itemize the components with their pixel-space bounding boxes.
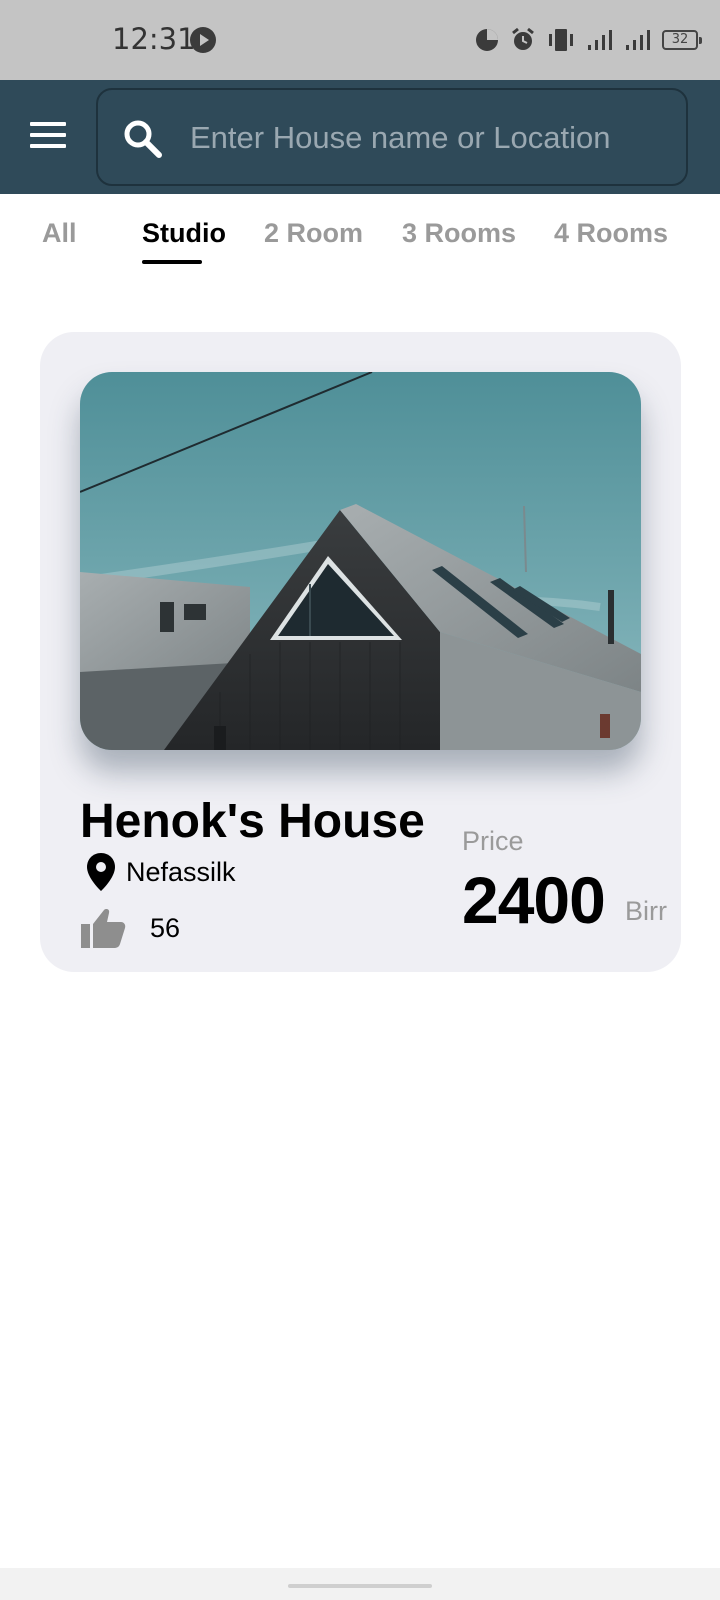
location-text: Nefassilk [126,856,236,887]
tab-4-rooms[interactable]: 4 Rooms [554,218,668,249]
tab-studio[interactable]: Studio [142,218,226,249]
price-label: Price [462,826,524,856]
alarm-icon [512,27,534,50]
home-gesture-handle[interactable] [288,1584,432,1588]
tab-all[interactable]: All [42,218,77,249]
house-card[interactable]: Henok's House Nefassilk 56 Price 2400 Bi… [40,332,681,972]
tab-3-rooms[interactable]: 3 Rooms [402,218,516,249]
price-currency: Birr [625,896,667,926]
search-icon [124,120,162,158]
search-input[interactable] [190,110,670,166]
tab-2-room[interactable]: 2 Room [264,218,363,249]
status-icons: 32 [474,24,702,56]
location-pin-icon [87,853,115,891]
app-bar [0,80,720,194]
likes-row: 56 [80,904,180,952]
vibrate-icon [549,29,573,51]
signal-icon-2 [626,30,650,50]
battery-icon: 32 [662,30,702,50]
likes-count: 56 [150,912,181,943]
signal-icon [588,30,612,50]
tab-indicator [142,260,202,264]
media-play-icon [190,27,216,53]
hamburger-menu-icon[interactable] [28,120,68,150]
data-saver-icon [476,29,498,51]
room-type-tabs: All Studio 2 Room 3 Rooms 4 Rooms [0,194,720,274]
location-row: Nefassilk [86,850,236,894]
house-name: Henok's House [80,795,425,848]
price-value: 2400 [462,863,606,937]
house-photo-image [80,372,641,750]
thumbs-up-icon[interactable] [80,907,126,949]
status-time: 12:31 [112,22,196,56]
system-nav-bar [0,1568,720,1600]
house-photo[interactable] [80,372,641,750]
status-bar: 12:31 32 [0,0,720,80]
search-bar[interactable] [96,88,688,186]
